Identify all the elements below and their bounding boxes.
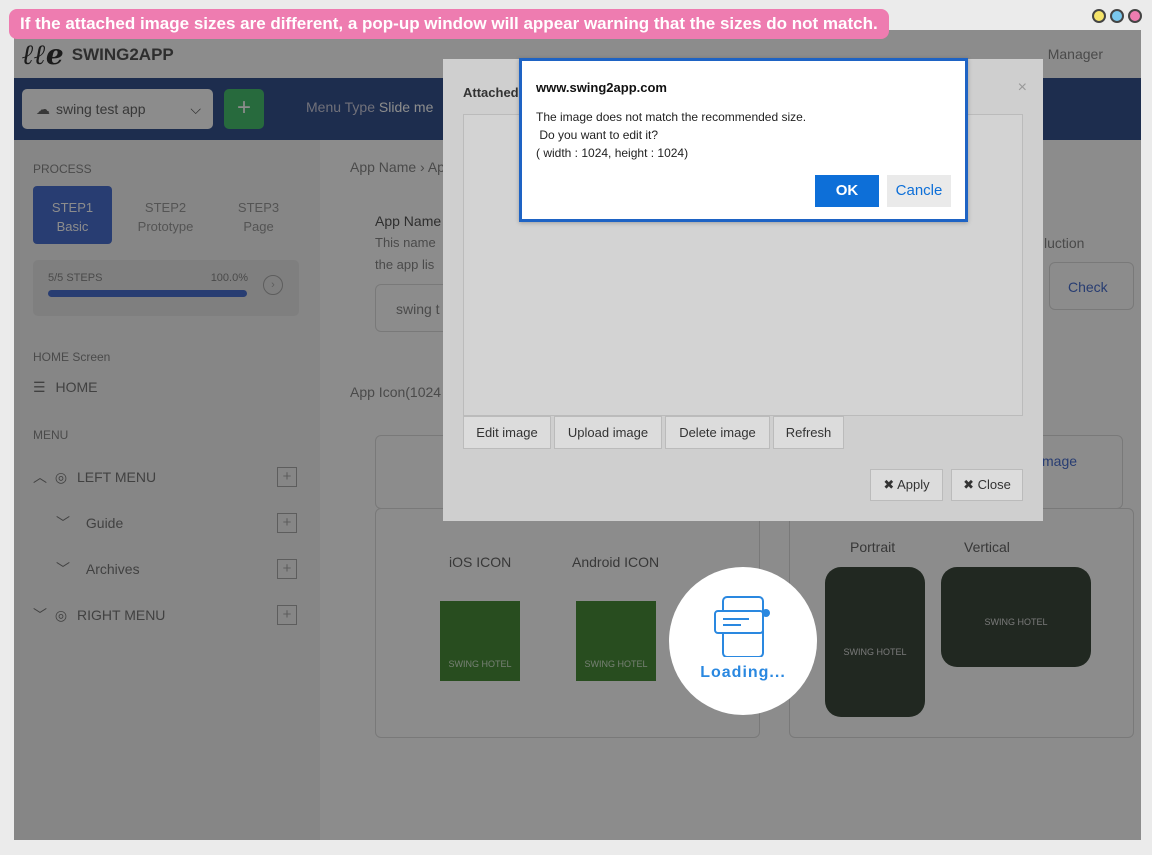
size-warning-dialog: www.swing2app.com The image does not mat… bbox=[519, 58, 968, 222]
instruction-caption: If the attached image sizes are differen… bbox=[9, 9, 889, 39]
close-icon[interactable]: × bbox=[1018, 79, 1027, 97]
close-label: Close bbox=[977, 477, 1011, 492]
app-window: ℓℓe SWING2APP Manager ☁ swing test app ⌵… bbox=[14, 30, 1141, 840]
dialog-site: www.swing2app.com bbox=[536, 80, 667, 95]
ok-button[interactable]: OK bbox=[815, 175, 879, 207]
x-icon: ✖ bbox=[963, 477, 975, 492]
refresh-button[interactable]: Refresh bbox=[773, 416, 844, 449]
yellow-dot bbox=[1092, 9, 1106, 23]
apply-button[interactable]: ✖ Apply bbox=[870, 469, 943, 501]
loading-text: Loading... bbox=[700, 664, 786, 681]
edit-image-button[interactable]: Edit image bbox=[463, 416, 551, 449]
blue-dot bbox=[1110, 9, 1124, 23]
x-icon: ✖ bbox=[883, 477, 895, 492]
apply-label: Apply bbox=[897, 477, 930, 492]
loading-indicator: Loading... bbox=[669, 567, 817, 715]
modal-title: Attached bbox=[463, 85, 519, 100]
pink-dot bbox=[1128, 9, 1142, 23]
cancel-button[interactable]: Cancle bbox=[887, 175, 951, 207]
dialog-message: The image does not match the recommended… bbox=[536, 108, 806, 162]
upload-image-button[interactable]: Upload image bbox=[554, 416, 662, 449]
message-line: The image does not match the recommended… bbox=[536, 110, 807, 124]
message-line: Do you want to edit it? bbox=[536, 128, 659, 142]
window-dots bbox=[1092, 9, 1142, 23]
close-button[interactable]: ✖ Close bbox=[951, 469, 1023, 501]
message-line: ( width : 1024, height : 1024) bbox=[536, 146, 689, 160]
delete-image-button[interactable]: Delete image bbox=[665, 416, 770, 449]
phone-chat-icon bbox=[714, 596, 770, 657]
